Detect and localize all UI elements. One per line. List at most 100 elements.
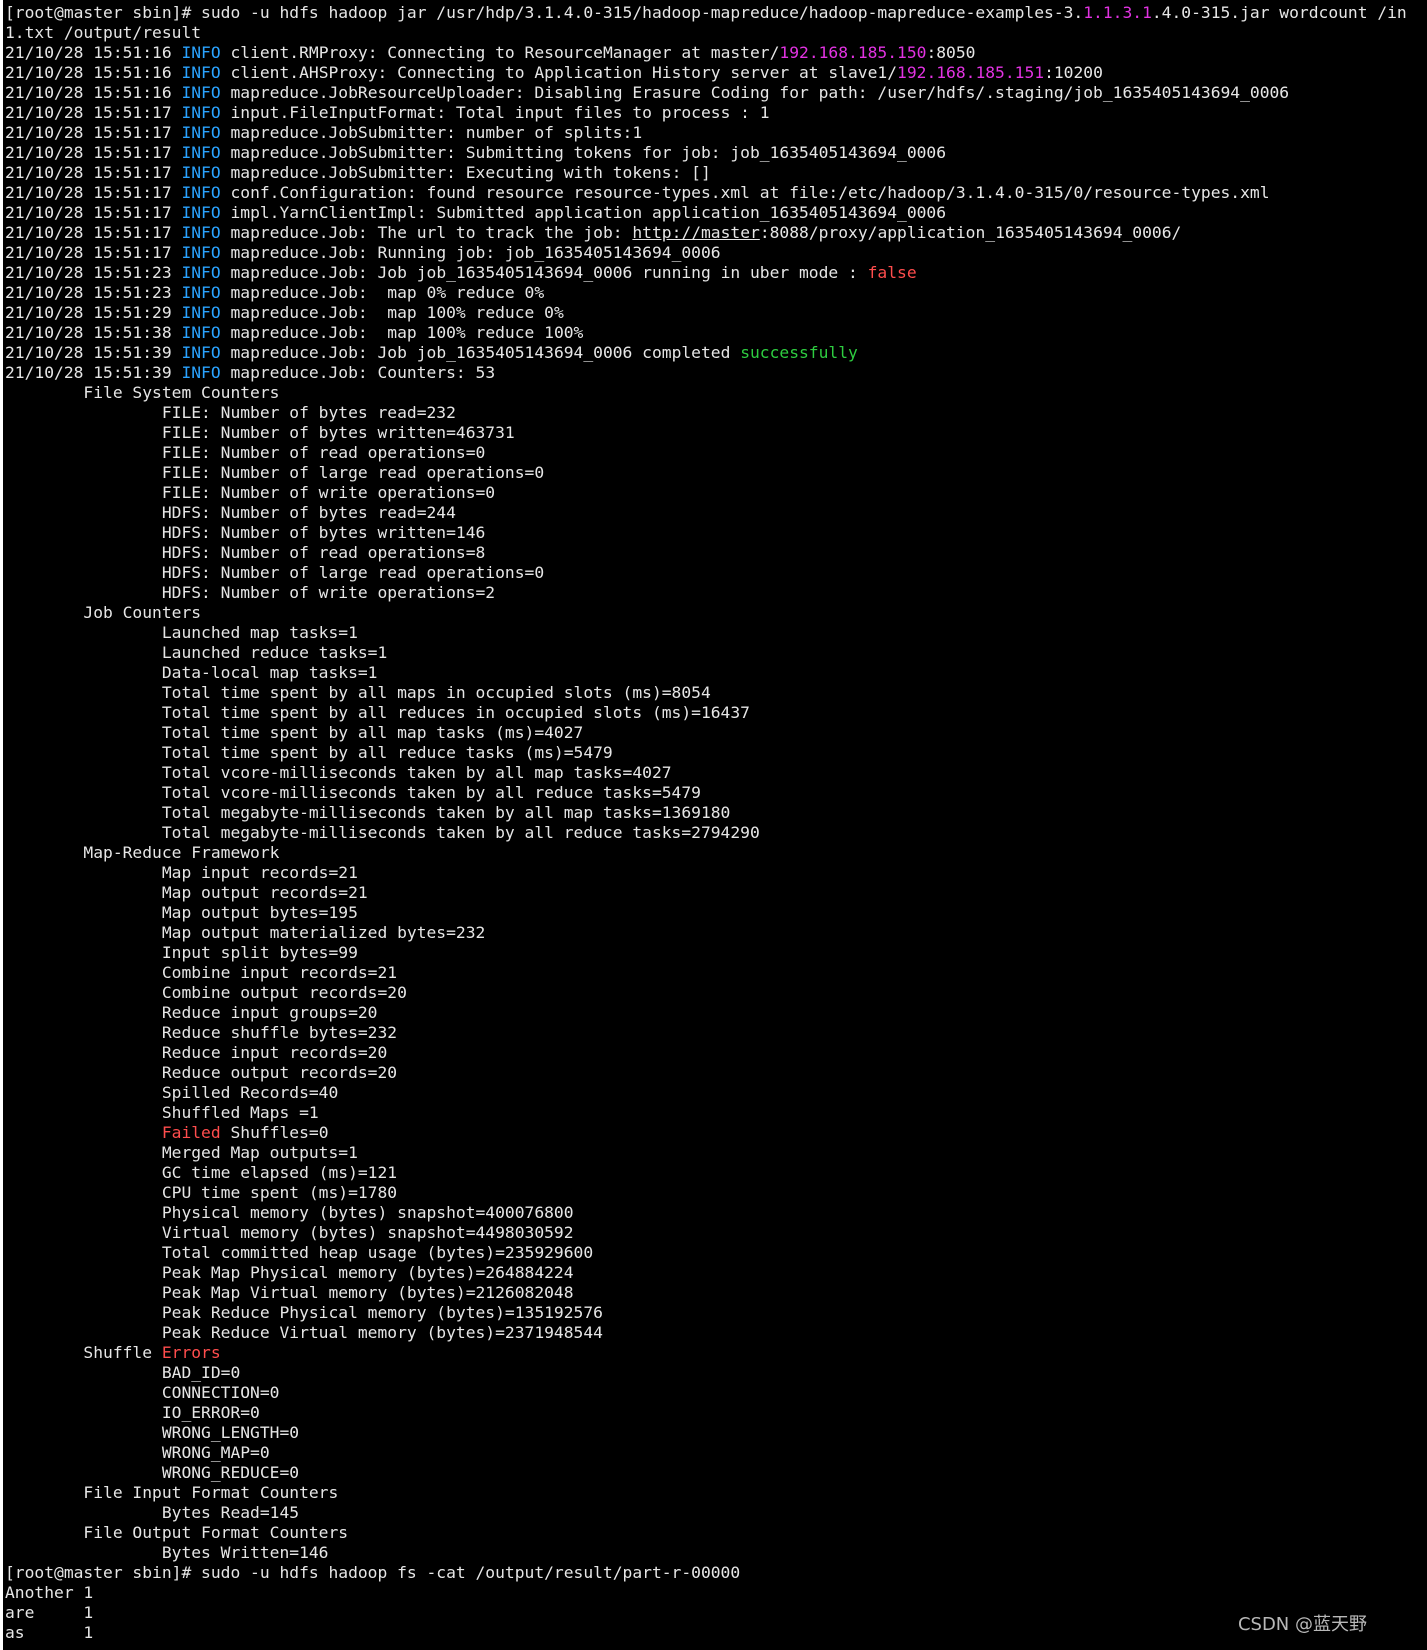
error-keyword: Failed	[161, 1123, 221, 1142]
text-segment: FILE: Number of large read operations=0	[5, 463, 545, 482]
tracking-url-link[interactable]: http://master	[632, 223, 759, 242]
text-segment: Input split bytes=99	[5, 943, 358, 962]
terminal-line: File Input Format Counters	[5, 1483, 1407, 1503]
text-segment: Total time spent by all reduce tasks (ms…	[5, 743, 613, 762]
terminal-line: Failed Shuffles=0	[5, 1123, 1407, 1143]
terminal-line: 21/10/28 15:51:17 INFO mapreduce.Job: Ru…	[5, 243, 1407, 263]
terminal-line: Peak Map Virtual memory (bytes)=21260820…	[5, 1283, 1407, 1303]
text-segment: mapreduce.Job: The url to track the job:	[220, 223, 633, 242]
terminal-line: Map output records=21	[5, 883, 1407, 903]
terminal-line: HDFS: Number of bytes read=244	[5, 503, 1407, 523]
terminal-line: [root@master sbin]# sudo -u hdfs hadoop …	[5, 1563, 1407, 1583]
text-segment: mapreduce.Job: Job job_1635405143694_000…	[220, 263, 868, 282]
text-segment: Virtual memory (bytes) snapshot=44980305…	[5, 1223, 574, 1242]
text-segment: 21/10/28 15:51:17	[5, 163, 182, 182]
terminal-line: BAD_ID=0	[5, 1363, 1407, 1383]
terminal-line: 1.txt /output/result	[5, 23, 1407, 43]
terminal-line: FILE: Number of large read operations=0	[5, 463, 1407, 483]
text-segment: Physical memory (bytes) snapshot=4000768…	[5, 1203, 574, 1222]
text-segment: FILE: Number of read operations=0	[5, 443, 486, 462]
log-level-info: INFO	[181, 203, 221, 222]
terminal-line: WRONG_REDUCE=0	[5, 1463, 1407, 1483]
terminal-line: Peak Reduce Virtual memory (bytes)=23719…	[5, 1323, 1407, 1343]
terminal-line: 21/10/28 15:51:17 INFO conf.Configuratio…	[5, 183, 1407, 203]
text-segment: HDFS: Number of bytes read=244	[5, 503, 456, 522]
text-segment: 1.txt /output/result	[5, 23, 202, 42]
text-segment: WRONG_REDUCE=0	[5, 1463, 300, 1482]
text-segment: CONNECTION=0	[5, 1383, 280, 1402]
text-segment: WRONG_LENGTH=0	[5, 1423, 300, 1442]
text-segment: Peak Reduce Virtual memory (bytes)=23719…	[5, 1323, 603, 1342]
log-level-info: INFO	[181, 223, 221, 242]
text-segment: Bytes Written=146	[5, 1543, 329, 1562]
error-keyword: Errors	[161, 1343, 221, 1362]
version-number: 1.1.3.1	[1083, 3, 1152, 22]
terminal-line: Total megabyte-milliseconds taken by all…	[5, 803, 1407, 823]
log-level-info: INFO	[181, 143, 221, 162]
terminal-line: [root@master sbin]# sudo -u hdfs hadoop …	[5, 3, 1407, 23]
terminal-line: Peak Map Physical memory (bytes)=2648842…	[5, 1263, 1407, 1283]
text-segment: FILE: Number of write operations=0	[5, 483, 496, 502]
terminal-window[interactable]: [root@master sbin]# sudo -u hdfs hadoop …	[3, 0, 1427, 1650]
text-segment: mapreduce.Job: map 100% reduce 0%	[220, 303, 564, 322]
text-segment: Peak Map Virtual memory (bytes)=21260820…	[5, 1283, 574, 1302]
text-segment: 21/10/28 15:51:17	[5, 123, 182, 142]
log-level-info: INFO	[181, 163, 221, 182]
text-segment: File Output Format Counters	[5, 1523, 349, 1542]
text-segment: :8088/proxy/application_1635405143694_00…	[759, 223, 1182, 242]
terminal-line: 21/10/28 15:51:38 INFO mapreduce.Job: ma…	[5, 323, 1407, 343]
terminal-line: WRONG_MAP=0	[5, 1443, 1407, 1463]
terminal-line: Spilled Records=40	[5, 1083, 1407, 1103]
text-segment: Map output bytes=195	[5, 903, 358, 922]
terminal-line: Total vcore-milliseconds taken by all ma…	[5, 763, 1407, 783]
text-segment: :8050	[926, 43, 976, 62]
text-segment: 21/10/28 15:51:23	[5, 263, 182, 282]
text-segment: File Input Format Counters	[5, 1483, 339, 1502]
log-level-info: INFO	[181, 263, 221, 282]
text-segment: Data-local map tasks=1	[5, 663, 378, 682]
text-segment: Total committed heap usage (bytes)=23592…	[5, 1243, 594, 1262]
terminal-line: 21/10/28 15:51:39 INFO mapreduce.Job: Co…	[5, 363, 1407, 383]
text-segment: conf.Configuration: found resource resou…	[220, 183, 1270, 202]
log-level-info: INFO	[181, 123, 221, 142]
ip-address: 192.168.185.150	[779, 43, 927, 62]
terminal-line: Total vcore-milliseconds taken by all re…	[5, 783, 1407, 803]
terminal-line: CPU time spent (ms)=1780	[5, 1183, 1407, 1203]
terminal-line: HDFS: Number of bytes written=146	[5, 523, 1407, 543]
text-segment: Reduce input groups=20	[5, 1003, 378, 1022]
terminal-line: File Output Format Counters	[5, 1523, 1407, 1543]
text-segment: mapreduce.Job: map 100% reduce 100%	[220, 323, 584, 342]
terminal-line: FILE: Number of bytes written=463731	[5, 423, 1407, 443]
log-level-info: INFO	[181, 83, 221, 102]
terminal-line: Map-Reduce Framework	[5, 843, 1407, 863]
terminal-line: 21/10/28 15:51:39 INFO mapreduce.Job: Jo…	[5, 343, 1407, 363]
terminal-line: Virtual memory (bytes) snapshot=44980305…	[5, 1223, 1407, 1243]
text-segment: Map input records=21	[5, 863, 358, 882]
text-segment: client.RMProxy: Connecting to ResourceMa…	[220, 43, 780, 62]
terminal-line: Combine input records=21	[5, 963, 1407, 983]
text-segment: HDFS: Number of bytes written=146	[5, 523, 486, 542]
text-segment: IO_ERROR=0	[5, 1403, 260, 1422]
log-level-info: INFO	[181, 363, 221, 382]
text-segment: 21/10/28 15:51:17	[5, 203, 182, 222]
text-segment: .4.0-315.jar wordcount /in	[1151, 3, 1407, 22]
terminal-line: 21/10/28 15:51:17 INFO mapreduce.JobSubm…	[5, 143, 1407, 163]
text-segment: mapreduce.JobResourceUploader: Disabling…	[220, 83, 1290, 102]
terminal-line: Total time spent by all reduce tasks (ms…	[5, 743, 1407, 763]
text-segment: Launched map tasks=1	[5, 623, 358, 642]
log-level-info: INFO	[181, 63, 221, 82]
text-segment: 21/10/28 15:51:17	[5, 243, 182, 262]
terminal-line: 21/10/28 15:51:17 INFO mapreduce.Job: Th…	[5, 223, 1407, 243]
terminal-line: Job Counters	[5, 603, 1407, 623]
text-segment: Launched reduce tasks=1	[5, 643, 388, 662]
text-segment: 21/10/28 15:51:16	[5, 63, 182, 82]
text-segment: Total vcore-milliseconds taken by all re…	[5, 783, 701, 802]
watermark: CSDN @蓝天野	[1237, 1614, 1367, 1635]
text-segment: mapreduce.Job: map 0% reduce 0%	[220, 283, 545, 302]
text-segment: Spilled Records=40	[5, 1083, 339, 1102]
text-segment: Total time spent by all maps in occupied…	[5, 683, 711, 702]
terminal-line: HDFS: Number of large read operations=0	[5, 563, 1407, 583]
terminal-line: 21/10/28 15:51:17 INFO input.FileInputFo…	[5, 103, 1407, 123]
text-segment: Shuffle	[5, 1343, 162, 1362]
terminal-line: 21/10/28 15:51:23 INFO mapreduce.Job: Jo…	[5, 263, 1407, 283]
